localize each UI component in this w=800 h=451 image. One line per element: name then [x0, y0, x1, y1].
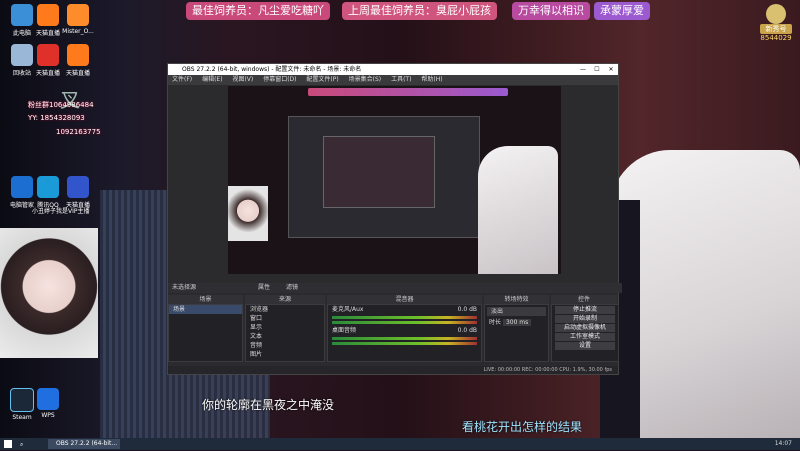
- menu-view[interactable]: 视图(V): [232, 76, 253, 83]
- menu-tools[interactable]: 工具(T): [391, 76, 411, 83]
- live-app-icon: [67, 176, 89, 198]
- minimize-icon[interactable]: —: [576, 64, 590, 75]
- qq-icon: [37, 176, 59, 198]
- no-source-bar: 未选择源 属性 滤镜: [168, 283, 622, 293]
- webcam-feed: [0, 228, 98, 358]
- banner-fortunate: 万幸得以相识: [512, 2, 590, 20]
- desktop-icon-mister[interactable]: Mister_O...: [58, 4, 98, 35]
- obs-preview[interactable]: [228, 86, 561, 274]
- badge-label: 新秀号: [760, 24, 792, 34]
- menu-docks[interactable]: 停靠窗口(D): [263, 76, 296, 83]
- level-badge: 新秀号 8544029: [760, 4, 792, 54]
- source-item-text[interactable]: 文本: [246, 332, 324, 341]
- sources-dock[interactable]: 浏览器 窗口 显示 文本 音频 图片: [245, 304, 325, 362]
- banner-thanks: 承蒙厚爱: [594, 2, 650, 20]
- mic-level-meter: [332, 316, 477, 319]
- live-app-icon: [37, 4, 59, 26]
- desktop-icon-live4[interactable]: 天猫直播: [58, 176, 98, 209]
- preview-webcam: [228, 186, 268, 241]
- obs-titlebar[interactable]: OBS 27.2.2 (64-bit, windows) - 配置文件: 未命名…: [168, 64, 618, 75]
- live-app-icon: [37, 44, 59, 66]
- mixer-track-mic: 麦克风/Aux 0.0 dB: [332, 306, 477, 313]
- scene-item[interactable]: 场景: [169, 305, 242, 314]
- stop-streaming-button[interactable]: 停止推流: [555, 306, 615, 314]
- badge-icon: [766, 4, 786, 24]
- obs-title-text: OBS 27.2.2 (64-bit, windows) - 配置文件: 未命名…: [182, 66, 362, 73]
- transition-select[interactable]: 淡出: [487, 307, 546, 316]
- app-icon: [67, 4, 89, 26]
- desktop-icon-live3[interactable]: 天猫直播: [58, 44, 98, 77]
- preview-performer: [478, 146, 558, 274]
- duration-row: 时长 300 ms: [485, 318, 548, 327]
- taskbar-obs-task[interactable]: OBS 27.2.2 (64-bit...: [48, 439, 120, 449]
- overlay-qq: 1092163775: [56, 128, 101, 136]
- controls-dock[interactable]: 停止推流 开始录制 启动虚拟摄像机 工作室模式 设置: [551, 304, 619, 362]
- lyric-subtitle-1: 你的轮廓在黑夜之中淹没: [202, 398, 335, 412]
- settings-button[interactable]: 设置: [555, 342, 615, 350]
- filters-button[interactable]: 滤镜: [286, 283, 298, 293]
- taskbar: ⌕ OBS 27.2.2 (64-bit... 14:07: [0, 438, 800, 450]
- obs-status-bar: LIVE: 00:00:00 REC: 00:00:00 CPU: 1.9%, …: [168, 366, 618, 374]
- source-item-display[interactable]: 显示: [246, 323, 324, 332]
- banner-best-feeder: 最佳饲养员：凡尘爱吃糖吖: [186, 2, 330, 20]
- studio-mode-button[interactable]: 工作室模式: [555, 333, 615, 341]
- search-icon[interactable]: ⌕: [20, 439, 23, 451]
- preview-banner: [308, 88, 508, 96]
- menu-file[interactable]: 文件(F): [172, 76, 192, 83]
- desktop-volume-slider[interactable]: [332, 342, 477, 345]
- source-item-image[interactable]: 图片: [246, 350, 324, 359]
- overlay-yy: YY: 1854328093: [28, 114, 85, 122]
- menu-scene-collection[interactable]: 场景集合(S): [349, 76, 382, 83]
- source-item-browser[interactable]: 浏览器: [246, 305, 324, 314]
- overlay-glyph: 叉: [60, 88, 80, 112]
- menu-edit[interactable]: 编辑(E): [202, 76, 222, 83]
- lyric-subtitle-2: 看桃花开出怎样的结果: [462, 420, 583, 434]
- badge-number: 8544029: [760, 34, 792, 42]
- banner-last-week: 上周最佳饲养员：臭屁小屁孩: [342, 2, 497, 20]
- source-item-audio[interactable]: 音频: [246, 341, 324, 350]
- mixer-dock[interactable]: 麦克风/Aux 0.0 dB 桌面音频 0.0 dB: [327, 304, 482, 362]
- menu-help[interactable]: 帮助(H): [421, 76, 442, 83]
- scenes-dock[interactable]: 场景: [168, 304, 243, 362]
- controls-dock-header: 控件: [551, 295, 617, 304]
- duration-input[interactable]: 300 ms: [502, 319, 532, 326]
- start-icon[interactable]: [4, 440, 12, 448]
- mic-volume-slider[interactable]: [332, 321, 477, 324]
- sources-dock-header: 来源: [245, 295, 325, 304]
- mixer-track-desktop: 桌面音频 0.0 dB: [332, 327, 477, 334]
- close-icon[interactable]: ✕: [604, 64, 618, 75]
- source-item-window[interactable]: 窗口: [246, 314, 324, 323]
- obs-window[interactable]: OBS 27.2.2 (64-bit, windows) - 配置文件: 未命名…: [167, 63, 622, 375]
- obs-menubar: 文件(F) 编辑(E) 视图(V) 停靠窗口(D) 配置文件(P) 场景集合(S…: [168, 75, 618, 85]
- desktop-level-meter: [332, 337, 477, 340]
- virtual-camera-button[interactable]: 启动虚拟摄像机: [555, 324, 615, 332]
- start-recording-button[interactable]: 开始录制: [555, 315, 615, 323]
- maximize-icon[interactable]: ☐: [590, 64, 604, 75]
- transitions-dock-header: 转场特效: [484, 295, 549, 304]
- properties-button[interactable]: 属性: [258, 283, 270, 293]
- mixer-dock-header: 混音器: [327, 295, 482, 304]
- preview-nested-inner: [323, 136, 435, 208]
- wps-icon: [37, 388, 59, 410]
- scenes-dock-header: 场景: [168, 295, 243, 304]
- menu-profile[interactable]: 配置文件(P): [306, 76, 338, 83]
- live-app-icon: [67, 44, 89, 66]
- desktop-icon-wps[interactable]: WPS: [28, 388, 68, 419]
- transitions-dock[interactable]: 淡出 时长 300 ms: [484, 304, 549, 362]
- taskbar-clock[interactable]: 14:07: [775, 438, 792, 450]
